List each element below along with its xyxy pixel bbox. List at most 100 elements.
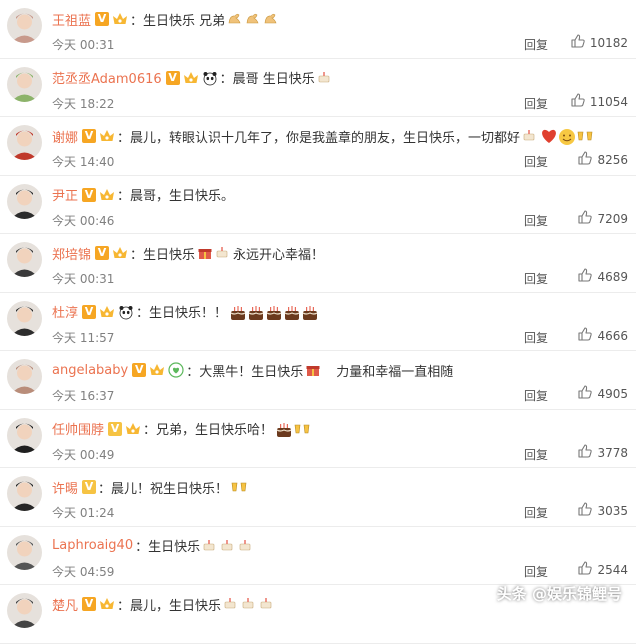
like-count: 4905 [597, 387, 628, 401]
cake-emoji-icon [301, 304, 318, 320]
thumbs-up-icon [577, 267, 593, 287]
username-link[interactable]: 范丞丞Adam0616 [52, 68, 162, 87]
comment-row: Laphroaig40 ：生日快乐 今天 04:59 回复 2544 [0, 527, 636, 585]
comment-line: 杜淳 V ：生日快乐！！ [52, 302, 318, 322]
comment-text-continued: 永远开心幸福！ [233, 247, 325, 263]
crown-badge-icon [99, 129, 115, 143]
comment-row: 许晹 V ：晨儿！祝生日快乐！ 今天 01:24 回复 3035 [0, 468, 636, 527]
verified-v-icon: V [82, 129, 97, 143]
reply-button[interactable]: 回复 [524, 563, 548, 580]
reply-button[interactable]: 回复 [524, 95, 548, 112]
cheers-emoji-icon [576, 128, 593, 144]
reply-button[interactable]: 回复 [524, 329, 548, 346]
avatar[interactable] [7, 359, 42, 394]
like-button[interactable]: 8256 [577, 150, 628, 170]
comment-text: ：生日快乐 兄弟 [130, 13, 226, 29]
verified-v-icon: V [82, 187, 97, 202]
comment-timestamp: 今天 14:40 [52, 155, 115, 169]
like-count: 11054 [589, 94, 628, 109]
verified-v-icon: V [95, 12, 110, 26]
comment-text: ：晨哥 生日快乐 [219, 72, 315, 87]
comment-timestamp: 今天 11:57 [52, 330, 115, 345]
comment-row: 谢娜 V ：晨儿，转眼认识十几年了，你是我盖章的朋友，生日快乐，一切都好 今天 14:… [0, 117, 636, 176]
avatar[interactable] [7, 476, 42, 511]
reply-button[interactable]: 回复 [524, 153, 548, 170]
muscle-emoji-icon [245, 11, 261, 27]
heart-badge-icon [168, 362, 184, 378]
panda-badge-icon [202, 70, 218, 86]
avatar[interactable] [7, 300, 42, 336]
cake-emoji-icon [247, 304, 264, 320]
comment-text: ：生日快乐 [130, 247, 196, 263]
comment-text: ：生日快乐！！ [136, 306, 228, 321]
thumbs-up-icon [570, 33, 586, 53]
reply-button[interactable]: 回复 [524, 36, 548, 53]
username-link[interactable]: 郑培锦 [52, 244, 91, 263]
comment-text: ：晨儿，转眼认识十几年了，你是我盖章的朋友，生日快乐，一切都好 [117, 130, 521, 146]
like-button[interactable]: 7209 [577, 209, 628, 229]
avatar[interactable] [7, 66, 42, 102]
username-link[interactable]: 谢娜 [52, 127, 78, 146]
comment-text: ：兄弟，生日快乐哈！ [143, 423, 274, 438]
comment-row: angelababy V ：大黑牛！生日快乐 力量和幸福一直相随 今天 16:37 回复… [0, 351, 636, 410]
like-button[interactable]: 4666 [577, 326, 628, 346]
like-button[interactable]: 11054 [570, 92, 628, 112]
username-link[interactable]: 任帅围脖 [52, 419, 104, 438]
avatar[interactable] [7, 593, 42, 628]
username-link[interactable]: Laphroaig40 [52, 538, 133, 553]
username-link[interactable]: angelababy [52, 363, 128, 378]
like-button[interactable]: 10182 [570, 33, 628, 53]
avatar[interactable] [7, 417, 42, 453]
muscle-emoji-icon [227, 11, 243, 27]
comment-row: 范丞丞Adam0616 V ：晨哥 生日快乐 今天 18:22 回复 11054 [0, 59, 636, 117]
like-button[interactable]: 2544 [577, 560, 628, 580]
like-count: 2544 [597, 562, 628, 577]
crown-badge-icon [112, 12, 128, 26]
reply-button[interactable]: 回复 [524, 387, 548, 404]
comment-row: 杜淳 V ：生日快乐！！ 今天 11:57 回复 4666 [0, 293, 636, 351]
thumbs-up-icon [577, 501, 593, 521]
comment-row: 王祖蓝 V ：生日快乐 兄弟 今天 00:31 回复 10182 [0, 0, 636, 59]
cake-emoji-icon [265, 304, 282, 320]
comment-line: 王祖蓝 V ：生日快乐 兄弟 [52, 9, 279, 29]
avatar[interactable] [7, 534, 42, 570]
thumbs-up-icon [577, 209, 593, 229]
avatar[interactable] [7, 242, 42, 277]
cake-small-emoji-icon [238, 538, 254, 554]
crown-badge-icon [99, 188, 115, 202]
username-link[interactable]: 王祖蓝 [52, 10, 91, 29]
crown-badge-icon [183, 71, 199, 85]
comment-timestamp: 今天 16:37 [52, 389, 115, 403]
cake-small-emoji-icon [220, 538, 236, 554]
reply-button[interactable]: 回复 [524, 212, 548, 229]
comment-timestamp: 今天 00:49 [52, 447, 115, 462]
like-button[interactable]: 3035 [577, 501, 628, 521]
comment-timestamp: 今天 00:46 [52, 213, 115, 228]
like-button[interactable]: 3778 [577, 443, 628, 463]
reply-button[interactable]: 回复 [524, 504, 548, 521]
comment-text: ：晨儿，生日快乐 [117, 598, 222, 614]
avatar[interactable] [7, 183, 42, 219]
like-button[interactable]: 4905 [577, 384, 628, 404]
cake-small-emoji-icon [202, 538, 218, 554]
thumbs-up-icon [570, 92, 586, 112]
username-link[interactable]: 许晹 [52, 478, 78, 497]
comment-text: ：生日快乐 [135, 540, 201, 555]
reply-button[interactable]: 回复 [524, 446, 548, 463]
comment-text: ：晨哥，生日快乐。 [117, 189, 235, 204]
comment-timestamp: 今天 00:31 [52, 272, 115, 286]
avatar[interactable] [7, 125, 42, 160]
username-link[interactable]: 尹正 [52, 185, 78, 204]
crown-badge-icon [112, 246, 128, 260]
smile-emoji-icon [558, 128, 576, 145]
username-link[interactable]: 楚凡 [52, 595, 78, 614]
like-button[interactable]: 4689 [577, 267, 628, 287]
reply-button[interactable]: 回复 [524, 270, 548, 287]
cake-small-emoji-icon [522, 128, 538, 144]
muscle-emoji-icon [263, 11, 279, 27]
username-link[interactable]: 杜淳 [52, 302, 78, 321]
verified-v-icon: V [108, 421, 123, 436]
comment-text: ：大黑牛！生日快乐 [186, 364, 304, 380]
cake-emoji-icon [275, 421, 292, 437]
avatar[interactable] [7, 8, 42, 43]
